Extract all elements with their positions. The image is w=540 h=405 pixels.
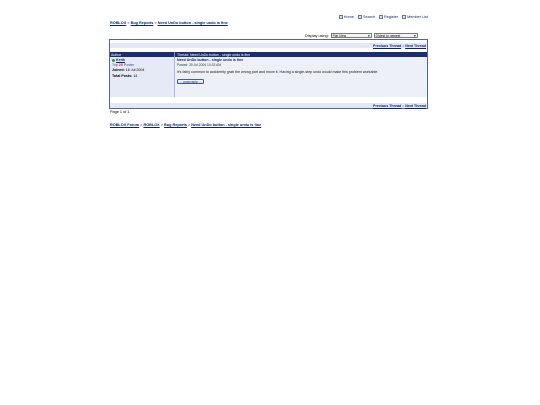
breadcrumb-forum-link[interactable]: ROBLOX (143, 123, 159, 127)
register-label: Register (383, 15, 399, 19)
view-mode-value: Flat View (332, 33, 347, 38)
breadcrumb-separator: > (160, 123, 163, 127)
post-timestamp: Posted: 30 Jul 2004 10:33 AM (177, 62, 221, 67)
breadcrumb-root-link[interactable]: ROBLOX Forum (110, 123, 139, 127)
total-posts-label: Total Posts: (112, 73, 133, 78)
post-reply-label: post reply (183, 79, 198, 84)
display-options: Display using: Flat View ▾ Oldest to new… (305, 33, 428, 38)
post-reply-button[interactable]: post reply (177, 79, 204, 85)
thread-nav-bottom: Previous Thread :: Next Thread (110, 103, 427, 108)
total-posts-value: 14 (133, 73, 138, 78)
thread-column-header: Thread: Need UnDo button - single undo i… (177, 52, 251, 57)
breadcrumb-section-link[interactable]: Bug Reports (131, 21, 154, 25)
breadcrumb-separator: > (154, 21, 157, 25)
previous-thread-link[interactable]: Previous Thread (373, 104, 401, 108)
member-list-link[interactable]: Member List (402, 14, 428, 20)
view-mode-select[interactable]: Flat View ▾ (330, 33, 372, 38)
search-link[interactable]: Search (357, 14, 375, 20)
author-cell: Keith Top 25 Poster Joined: 16 Jul 2004 … (110, 57, 175, 97)
breadcrumb-section-link[interactable]: Bug Reports (164, 123, 187, 127)
breadcrumb-forum-link[interactable]: ROBLOX (110, 21, 126, 25)
page: { "topnav": { "home": "Home", "search": … (0, 0, 540, 405)
post-body: It's fairly common to accidently grab th… (177, 69, 379, 74)
breadcrumb-bottom: ROBLOX Forum > ROBLOX > Bug Reports > Ne… (110, 123, 261, 127)
search-icon (357, 15, 362, 19)
post-subject: Need UnDo button - single undo is fine (177, 58, 244, 62)
search-label: Search (362, 15, 375, 19)
joined-value: 16 Jul 2004 (125, 68, 145, 73)
post-table: Previous Thread :: Next Thread Author Th… (109, 39, 428, 109)
rank-label: Poster (123, 63, 135, 68)
total-posts-info: Total Posts: 14 (112, 74, 172, 79)
breadcrumb-separator: > (187, 123, 191, 127)
member-list-label: Member List (407, 15, 428, 19)
next-thread-link[interactable]: Next Thread (405, 104, 426, 108)
breadcrumb-thread-link[interactable]: Need UnDo button - single undo is fine (158, 21, 228, 25)
sort-order-select[interactable]: Oldest to newest ▾ (373, 33, 418, 38)
author-link[interactable]: Keith (116, 58, 125, 62)
online-status-icon (112, 58, 115, 62)
sort-order-value: Oldest to newest (375, 33, 401, 38)
home-icon (338, 15, 343, 19)
rank-top-label: Top (112, 63, 118, 68)
next-thread-link[interactable]: Next Thread (405, 44, 426, 48)
thread-nav-top: Previous Thread :: Next Thread (110, 43, 427, 48)
breadcrumb-top: ROBLOX > Bug Reports > Need UnDo button … (110, 21, 228, 25)
post-row: Keith Top 25 Poster Joined: 16 Jul 2004 … (110, 57, 427, 97)
home-link[interactable]: Home (338, 14, 354, 20)
chevron-down-icon: ▾ (367, 33, 370, 38)
thread-nav-separator: :: (402, 103, 405, 108)
previous-thread-link[interactable]: Previous Thread (373, 44, 401, 48)
top-nav: Home Search Register Member List (325, 14, 428, 20)
joined-label: Joined: (112, 68, 125, 73)
register-link[interactable]: Register (378, 14, 399, 20)
member-list-icon (402, 15, 407, 19)
breadcrumb-separator: > (127, 21, 130, 25)
rank-number: 25 (118, 63, 123, 68)
home-label: Home (343, 15, 354, 19)
message-cell: Need UnDo button - single undo is fine P… (175, 57, 427, 97)
breadcrumb-thread-link[interactable]: Need UnDo button - single undo is fine (191, 123, 261, 127)
chevron-down-icon: ▾ (413, 33, 416, 38)
register-icon (378, 15, 383, 19)
display-label: Display using: (305, 33, 329, 38)
page-info: Page 1 of 1 (110, 110, 130, 114)
thread-nav-separator: :: (402, 43, 405, 48)
